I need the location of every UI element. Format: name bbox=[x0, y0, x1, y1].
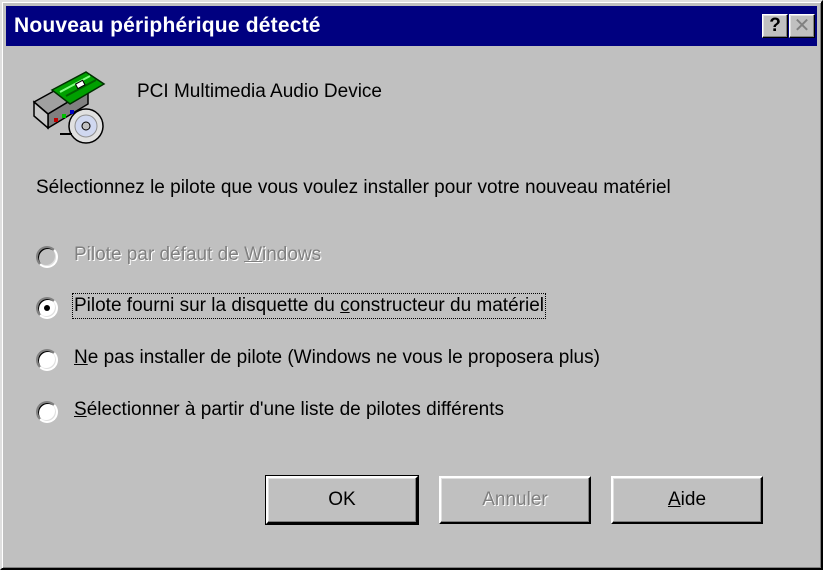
new-hardware-dialog: Nouveau périphérique détecté ? ✕ PCI Mul… bbox=[0, 0, 823, 570]
radio-button[interactable] bbox=[36, 246, 58, 268]
radio-option-label: Pilote par défaut de Windows bbox=[74, 244, 322, 265]
radio-button[interactable] bbox=[36, 401, 58, 423]
radio-button[interactable] bbox=[36, 297, 58, 319]
device-name: PCI Multimedia Audio Device bbox=[137, 81, 382, 102]
radio-option-label: Sélectionner à partir d'une liste de pil… bbox=[74, 399, 504, 420]
radio-option-label: Ne pas installer de pilote (Windows ne v… bbox=[74, 347, 600, 368]
help-button[interactable]: Aide bbox=[611, 476, 763, 524]
window-title: Nouveau périphérique détecté bbox=[14, 14, 321, 37]
cancel-button[interactable]: Annuler bbox=[439, 476, 591, 524]
ok-button[interactable]: OK bbox=[265, 475, 419, 525]
sound-card-cd-icon bbox=[32, 71, 106, 144]
help-titlebar-button[interactable]: ? bbox=[762, 14, 788, 38]
driver-prompt: Sélectionnez le pilote que vous voulez i… bbox=[36, 177, 671, 198]
close-icon: ✕ bbox=[793, 15, 811, 37]
question-icon: ? bbox=[769, 15, 781, 36]
radio-button[interactable] bbox=[36, 349, 58, 371]
radio-selected-dot bbox=[44, 305, 50, 311]
radio-option-label: Pilote fourni sur la disquette du constr… bbox=[72, 293, 546, 319]
title-bar[interactable]: Nouveau périphérique détecté ? ✕ bbox=[6, 6, 817, 46]
close-titlebar-button[interactable]: ✕ bbox=[789, 14, 815, 38]
